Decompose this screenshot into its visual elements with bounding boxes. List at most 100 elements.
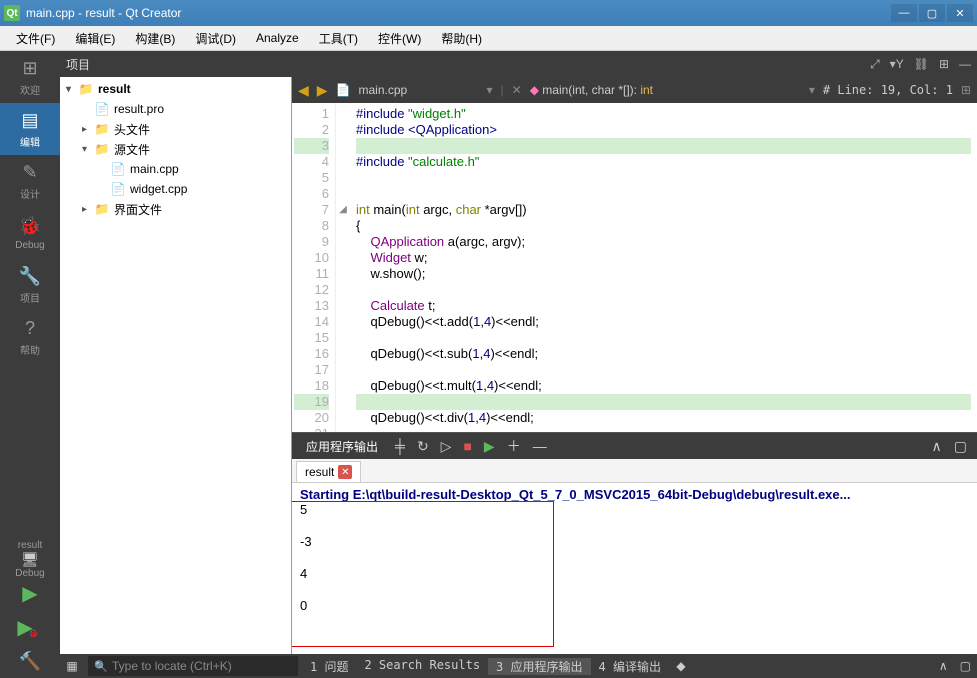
panel-toggle-icon[interactable]: ▦ bbox=[60, 659, 84, 673]
mode-sidebar: ⊞欢迎▤编辑✎设计🐞Debug🔧项目?帮助 result 🖥 Debug ▶ ▶… bbox=[0, 51, 60, 678]
bottom-tab-2[interactable]: 3 应用程序输出 bbox=[488, 658, 590, 675]
mode-帮助[interactable]: ?帮助 bbox=[0, 311, 60, 363]
project-tree[interactable]: ▾📁result📄result.pro▸📁头文件▾📁源文件📄main.cpp📄w… bbox=[60, 77, 291, 654]
mode-icon: ? bbox=[25, 318, 35, 339]
close-panel-icon[interactable]: — bbox=[959, 57, 971, 71]
tree-item-头文件[interactable]: ▸📁头文件 bbox=[62, 119, 289, 139]
titlebar: Qt main.cpp - result - Qt Creator — ▢ ✕ bbox=[0, 0, 977, 26]
file-icon: 📄 bbox=[336, 83, 351, 97]
folder-icon: 📁 bbox=[94, 122, 110, 136]
output-stop-button[interactable]: ■ bbox=[457, 435, 477, 457]
menu-0[interactable]: 文件(F) bbox=[6, 27, 65, 50]
kit-name: result bbox=[18, 540, 42, 551]
output-min-icon[interactable]: ∧ bbox=[926, 435, 948, 458]
mode-项目[interactable]: 🔧项目 bbox=[0, 259, 60, 311]
menu-2[interactable]: 构建(B) bbox=[125, 27, 185, 50]
symbol-combo[interactable]: ◆ main(int, char *[]): int bbox=[530, 83, 801, 97]
menu-6[interactable]: 控件(W) bbox=[368, 27, 431, 50]
expand-icon[interactable]: ▸ bbox=[82, 124, 94, 135]
tree-item-result[interactable]: ▾📁result bbox=[62, 79, 289, 99]
project-panel-header: 项目 ⤢ ▾Y ⛓ ⊞ — bbox=[60, 51, 977, 77]
output-title[interactable]: 应用程序输出 bbox=[296, 434, 389, 459]
mode-Debug[interactable]: 🐞Debug bbox=[0, 207, 60, 259]
close-pane-icon[interactable]: ▢ bbox=[954, 659, 977, 673]
menu-7[interactable]: 帮助(H) bbox=[431, 27, 492, 50]
mode-icon: ⊞ bbox=[22, 58, 37, 79]
bottom-bar: ▦ Type to locate (Ctrl+K) 1 问题2 Search R… bbox=[60, 654, 977, 678]
file-icon: 📄 bbox=[94, 102, 110, 116]
kit-selector[interactable]: result 🖥 Debug bbox=[0, 542, 60, 576]
output-tabs: result ✕ bbox=[292, 459, 977, 483]
folder-icon: 📁 bbox=[94, 202, 110, 216]
maximize-button[interactable]: ▢ bbox=[919, 4, 945, 22]
project-panel-title: 项目 bbox=[66, 56, 860, 73]
editor-filename[interactable]: main.cpp bbox=[359, 83, 479, 97]
bottom-tab-1[interactable]: 2 Search Results bbox=[356, 658, 488, 675]
project-tree-panel: ▾📁result📄result.pro▸📁头文件▾📁源文件📄main.cpp📄w… bbox=[60, 77, 292, 654]
run-button[interactable]: ▶ bbox=[0, 576, 60, 610]
filter-icon[interactable]: ▾Y bbox=[890, 57, 904, 71]
bottom-tab-0[interactable]: 1 问题 bbox=[302, 658, 356, 675]
output-remove-icon[interactable]: — bbox=[527, 435, 553, 457]
close-file-icon[interactable]: ✕ bbox=[512, 83, 522, 97]
menu-3[interactable]: 调试(D) bbox=[185, 27, 246, 50]
menubar: 文件(F)编辑(E)构建(B)调试(D)Analyze工具(T)控件(W)帮助(… bbox=[0, 26, 977, 51]
expand-icon[interactable]: ⤢ bbox=[870, 57, 880, 72]
mode-编辑[interactable]: ▤编辑 bbox=[0, 103, 60, 155]
file-icon: 📄 bbox=[110, 162, 126, 176]
menu-1[interactable]: 编辑(E) bbox=[65, 27, 125, 50]
output-start-line: Starting E:\qt\build-result-Desktop_Qt_5… bbox=[300, 487, 969, 502]
output-skip-icon[interactable]: ▷ bbox=[435, 435, 458, 458]
mode-icon: 🐞 bbox=[19, 216, 41, 237]
dropdown-icon[interactable]: ▾ bbox=[487, 83, 493, 97]
menu-5[interactable]: 工具(T) bbox=[309, 27, 368, 50]
folder-icon: 📁 bbox=[78, 82, 94, 96]
nav-back-icon[interactable]: ◀ bbox=[298, 82, 309, 99]
output-console[interactable]: Starting E:\qt\build-result-Desktop_Qt_5… bbox=[292, 483, 977, 654]
expand-icon[interactable]: ▾ bbox=[66, 84, 78, 95]
output-header: 应用程序输出 ╪ ↻ ▷ ■ ▶ ＋ — ∧ ▢ bbox=[292, 433, 977, 459]
menu-4[interactable]: Analyze bbox=[246, 28, 309, 48]
line-info[interactable]: # Line: 19, Col: 1 bbox=[823, 83, 953, 97]
prev-pane-icon[interactable]: ∧ bbox=[933, 659, 954, 673]
window-title: main.cpp - result - Qt Creator bbox=[26, 6, 891, 20]
mode-设计[interactable]: ✎设计 bbox=[0, 155, 60, 207]
output-run-button[interactable]: ▶ bbox=[478, 435, 501, 458]
output-filter-icon[interactable]: ╪ bbox=[389, 435, 411, 457]
mode-欢迎[interactable]: ⊞欢迎 bbox=[0, 51, 60, 103]
output-max-icon[interactable]: ▢ bbox=[948, 435, 973, 458]
tree-item-源文件[interactable]: ▾📁源文件 bbox=[62, 139, 289, 159]
expand-icon[interactable]: ▾ bbox=[82, 144, 94, 155]
monitor-icon: 🖥 bbox=[21, 551, 39, 568]
split-editor-icon[interactable]: ⊞ bbox=[961, 83, 971, 97]
close-output-tab-icon[interactable]: ✕ bbox=[338, 465, 352, 479]
mode-icon: ▤ bbox=[21, 110, 38, 131]
qt-logo-icon: Qt bbox=[4, 5, 20, 21]
mode-icon: 🔧 bbox=[19, 266, 41, 287]
editor-topbar: ◀ ▶ 📄 main.cpp ▾ | ✕ ◆ main(int, char *[… bbox=[292, 77, 977, 103]
expand-icon[interactable]: ▸ bbox=[82, 204, 94, 215]
folder-icon: 📁 bbox=[94, 142, 110, 156]
more-panels-icon[interactable]: ◆ bbox=[669, 659, 693, 673]
bottom-tab-3[interactable]: 4 编译输出 bbox=[591, 658, 669, 675]
tree-item-main.cpp[interactable]: 📄main.cpp bbox=[62, 159, 289, 179]
mode-icon: ✎ bbox=[22, 162, 37, 183]
debug-run-button[interactable]: ▶ bbox=[0, 610, 60, 644]
tree-item-result.pro[interactable]: 📄result.pro bbox=[62, 99, 289, 119]
output-add-icon[interactable]: ＋ bbox=[501, 433, 527, 459]
tree-item-界面文件[interactable]: ▸📁界面文件 bbox=[62, 199, 289, 219]
build-button[interactable]: 🔨 bbox=[0, 644, 60, 678]
output-rerun-icon[interactable]: ↻ bbox=[411, 435, 435, 458]
link-icon[interactable]: ⛓ bbox=[914, 57, 929, 71]
output-panel: 应用程序输出 ╪ ↻ ▷ ■ ▶ ＋ — ∧ ▢ resul bbox=[292, 432, 977, 654]
locator-input[interactable]: Type to locate (Ctrl+K) bbox=[88, 656, 298, 676]
split-icon[interactable]: ⊞ bbox=[939, 57, 949, 71]
symbol-dropdown-icon[interactable]: ▾ bbox=[809, 83, 815, 97]
code-editor[interactable]: 1234567891011121314151617181920212223 ◢ … bbox=[292, 103, 977, 432]
nav-fwd-icon[interactable]: ▶ bbox=[317, 82, 328, 99]
close-button[interactable]: ✕ bbox=[947, 4, 973, 22]
output-tab-result[interactable]: result ✕ bbox=[296, 461, 361, 482]
minimize-button[interactable]: — bbox=[891, 4, 917, 22]
tree-item-widget.cpp[interactable]: 📄widget.cpp bbox=[62, 179, 289, 199]
editor-area: ◀ ▶ 📄 main.cpp ▾ | ✕ ◆ main(int, char *[… bbox=[292, 77, 977, 654]
